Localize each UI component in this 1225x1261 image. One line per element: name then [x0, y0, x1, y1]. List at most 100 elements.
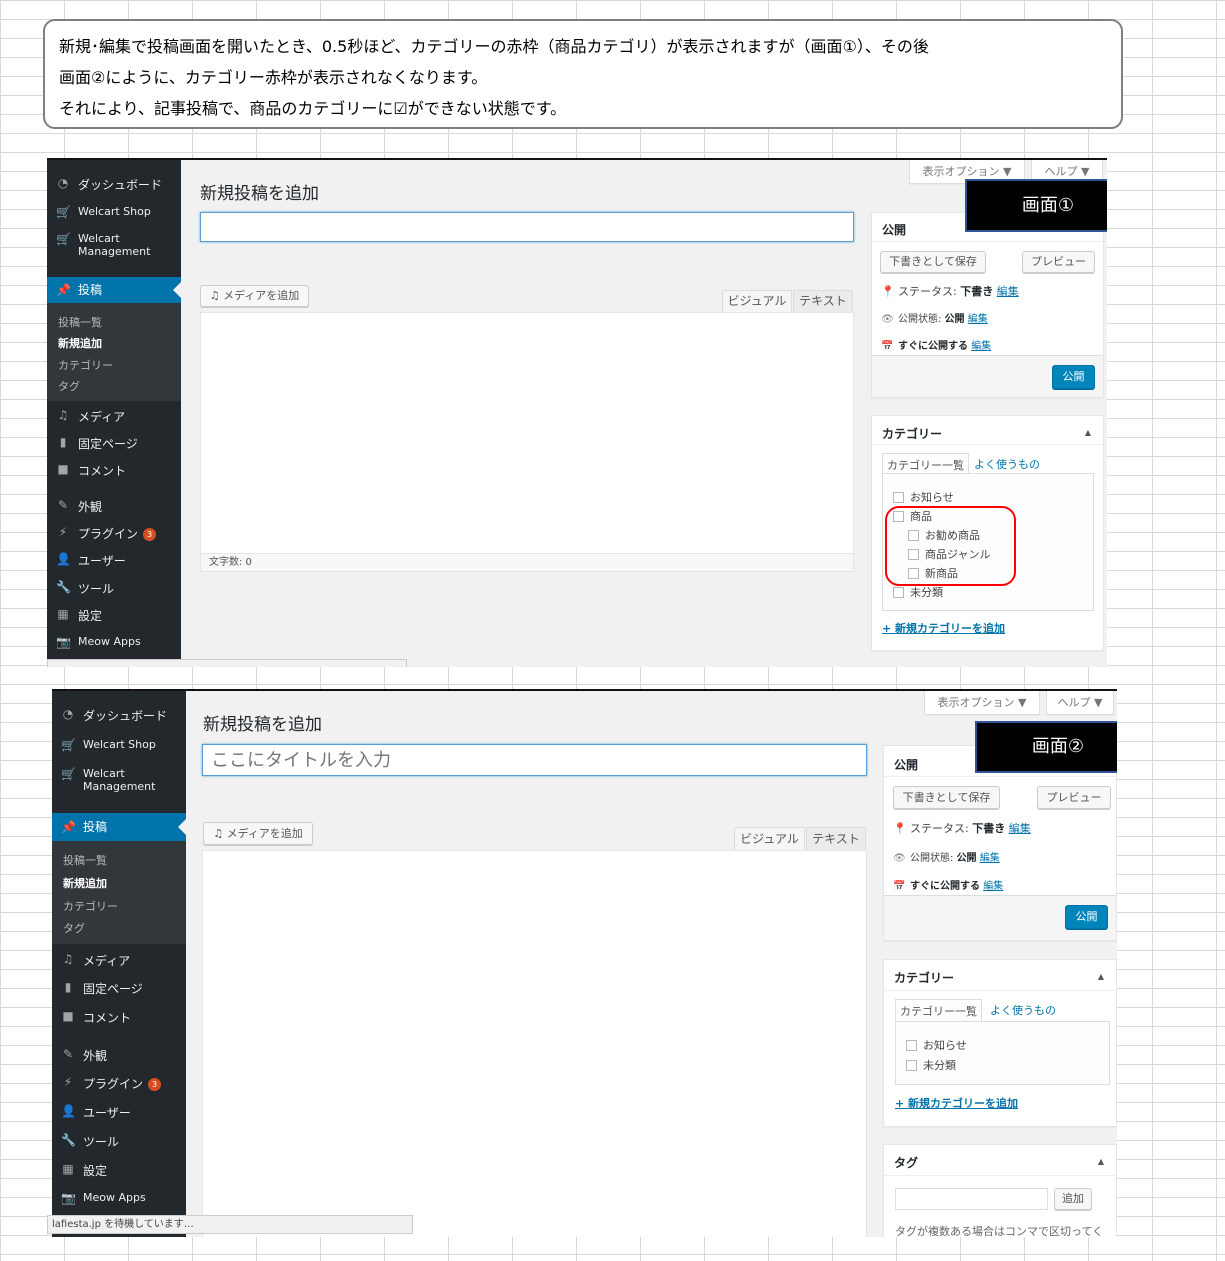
- menu-welcart-shop[interactable]: 🛒 Welcart Shop: [52, 738, 186, 756]
- menu-welcart-management[interactable]: 🛒 Welcart Management: [52, 767, 186, 797]
- menu-posts[interactable]: 📌 投稿: [47, 277, 181, 303]
- menu-plugins[interactable]: ⚡ プラグイン 3: [52, 1075, 186, 1093]
- note-line-3: それにより、記事投稿で、商品のカテゴリーに☑ができない状態です。: [59, 99, 567, 118]
- edit-status-link[interactable]: 編集: [997, 285, 1019, 298]
- menu-pages[interactable]: ▮ 固定ページ: [52, 980, 186, 998]
- collapse-arrow-icon[interactable]: ▲: [1098, 1157, 1104, 1166]
- submenu-new-post[interactable]: 新規追加: [63, 875, 107, 891]
- menu-plugins[interactable]: ⚡ プラグイン 3: [47, 525, 181, 543]
- screen-1-label: 画面①: [965, 179, 1107, 232]
- add-media-button[interactable]: ♫ メディアを追加: [200, 285, 309, 307]
- category-item[interactable]: 未分類: [906, 1057, 956, 1073]
- tab-all-categories[interactable]: カテゴリー一覧: [895, 999, 982, 1023]
- submenu-categories[interactable]: カテゴリー: [58, 357, 113, 373]
- settings-icon: ▦: [62, 1162, 74, 1176]
- menu-tools[interactable]: 🔧 ツール: [52, 1133, 186, 1151]
- save-draft-button[interactable]: 下書きとして保存: [893, 786, 1000, 809]
- publish-button[interactable]: 公開: [1052, 365, 1095, 389]
- menu-settings[interactable]: ▦ 設定: [52, 1162, 186, 1180]
- submenu-all-posts[interactable]: 投稿一覧: [63, 852, 107, 868]
- menu-welcart-shop[interactable]: 🛒 Welcart Shop: [47, 205, 181, 223]
- tab-popular-categories[interactable]: よく使うもの: [970, 453, 1044, 475]
- pushpin-icon: 📌: [61, 820, 76, 834]
- eye-icon: 👁: [893, 853, 906, 864]
- note-line-1: 新規･編集で投稿画面を開いたとき、0.5秒ほど、カテゴリーの赤枠（商品カテゴリ）…: [59, 37, 929, 56]
- media-icon: ♫: [209, 289, 224, 302]
- submenu-tags[interactable]: タグ: [63, 920, 85, 936]
- tab-popular-categories[interactable]: よく使うもの: [986, 999, 1060, 1021]
- preview-button[interactable]: プレビュー: [1022, 251, 1095, 273]
- checkbox[interactable]: [906, 1040, 917, 1051]
- category-item[interactable]: お知らせ: [906, 1037, 967, 1053]
- tab-text[interactable]: テキスト: [806, 827, 866, 851]
- menu-comments[interactable]: ■ コメント: [52, 1009, 186, 1027]
- pin-icon: 📍: [893, 822, 907, 835]
- menu-media[interactable]: ♫ メディア: [52, 952, 186, 970]
- media-icon: ♫: [62, 952, 74, 966]
- content-editor[interactable]: [202, 850, 867, 1237]
- publish-title: 公開: [882, 223, 907, 237]
- menu-settings[interactable]: ▦ 設定: [47, 607, 181, 625]
- edit-schedule-link[interactable]: 編集: [983, 881, 1003, 892]
- status-url-bar: lafiesta.jp を待機しています…: [47, 1215, 413, 1234]
- cart-icon: 🛒: [61, 767, 76, 781]
- calendar-icon: 📅: [881, 341, 894, 352]
- menu-posts[interactable]: 📌 投稿: [52, 813, 186, 841]
- add-new-category-link[interactable]: + 新規カテゴリーを追加: [895, 1095, 1018, 1111]
- settings-icon: ▦: [57, 607, 69, 621]
- screenshot-1: ◔ ダッシュボード 🛒 Welcart Shop 🛒 Welcart Managemen…: [47, 158, 1107, 667]
- submenu-tags[interactable]: タグ: [58, 378, 80, 394]
- menu-users[interactable]: 👤 ユーザー: [47, 552, 181, 570]
- menu-comments[interactable]: ■ コメント: [47, 462, 181, 480]
- checkbox[interactable]: [893, 587, 904, 598]
- collapse-arrow-icon[interactable]: ▲: [1085, 428, 1091, 437]
- edit-status-link[interactable]: 編集: [1009, 822, 1031, 835]
- pushpin-icon: 📌: [56, 283, 71, 297]
- content-editor[interactable]: [200, 312, 854, 554]
- media-icon: ♫: [213, 827, 227, 840]
- post-title-input[interactable]: [202, 744, 867, 776]
- tab-visual[interactable]: ビジュアル: [734, 827, 805, 851]
- menu-meow-apps[interactable]: 📷 Meow Apps: [47, 635, 181, 653]
- help-button[interactable]: ヘルプ ▼: [1046, 691, 1114, 715]
- collapse-arrow-icon[interactable]: ▲: [1098, 972, 1104, 981]
- tab-text[interactable]: テキスト: [793, 290, 853, 313]
- category-item[interactable]: お知らせ: [893, 489, 954, 505]
- menu-media[interactable]: ♫ メディア: [47, 408, 181, 426]
- submenu-new-post[interactable]: 新規追加: [58, 335, 102, 351]
- screen-options-button[interactable]: 表示オプション ▼: [924, 691, 1040, 715]
- menu-meow-apps[interactable]: 📷 Meow Apps: [52, 1191, 186, 1209]
- tag-input[interactable]: [895, 1188, 1048, 1210]
- publish-actions: 公開: [872, 355, 1103, 397]
- word-count: 文字数: 0: [200, 554, 854, 572]
- add-new-category-link[interactable]: + 新規カテゴリーを追加: [882, 620, 1005, 636]
- add-tag-button[interactable]: 追加: [1054, 1188, 1092, 1210]
- menu-appearance[interactable]: ✎ 外観: [52, 1047, 186, 1065]
- checkbox[interactable]: [906, 1060, 917, 1071]
- menu-tools[interactable]: 🔧 ツール: [47, 580, 181, 598]
- edit-visibility-link[interactable]: 編集: [980, 853, 1000, 864]
- edit-visibility-link[interactable]: 編集: [968, 314, 988, 325]
- publish-button[interactable]: 公開: [1065, 905, 1108, 929]
- edit-schedule-link[interactable]: 編集: [971, 341, 991, 352]
- category-item[interactable]: 未分類: [893, 584, 943, 600]
- menu-users[interactable]: 👤 ユーザー: [52, 1104, 186, 1122]
- save-draft-button[interactable]: 下書きとして保存: [880, 251, 986, 273]
- menu-pages[interactable]: ▮ 固定ページ: [47, 435, 181, 453]
- menu-welcart-management[interactable]: 🛒 Welcart Management: [47, 232, 181, 262]
- publish-box: 公開 下書きとして保存 プレビュー 📍 ステータス: 下書き 編集 👁 公開状態: …: [871, 212, 1104, 398]
- preview-button[interactable]: プレビュー: [1037, 786, 1111, 809]
- checkbox[interactable]: [893, 492, 904, 503]
- menu-appearance[interactable]: ✎ 外観: [47, 498, 181, 516]
- add-media-button[interactable]: ♫ メディアを追加: [203, 822, 313, 845]
- wrench-icon: 🔧: [61, 1133, 76, 1147]
- cart-icon: 🛒: [61, 738, 76, 752]
- tab-visual[interactable]: ビジュアル: [722, 290, 792, 313]
- post-title-input[interactable]: [200, 212, 854, 242]
- user-icon: 👤: [61, 1104, 76, 1118]
- comment-icon: ■: [57, 462, 69, 476]
- menu-dashboard[interactable]: ◔ ダッシュボード: [47, 176, 181, 194]
- submenu-categories[interactable]: カテゴリー: [63, 898, 118, 914]
- submenu-all-posts[interactable]: 投稿一覧: [58, 314, 102, 330]
- menu-dashboard[interactable]: ◔ ダッシュボード: [52, 707, 186, 725]
